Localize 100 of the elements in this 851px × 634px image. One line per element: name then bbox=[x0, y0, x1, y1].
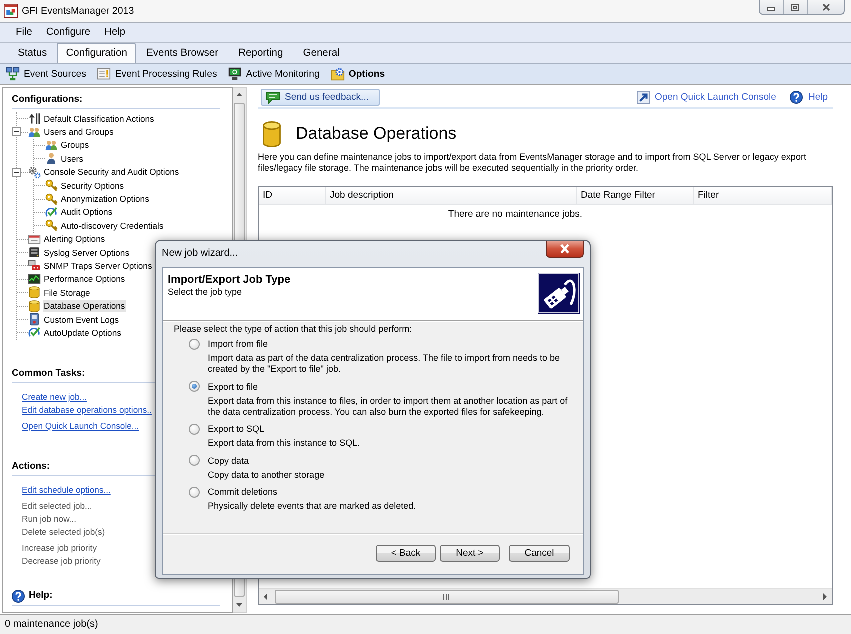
arrow-icon[interactable] bbox=[636, 91, 650, 104]
link[interactable]: Edit schedule options... bbox=[22, 484, 111, 497]
user-icon bbox=[45, 152, 58, 166]
toolbar-button[interactable]: Event Processing Rules bbox=[94, 65, 220, 83]
scrollbar-thumb[interactable] bbox=[275, 590, 619, 604]
link[interactable]: Create new job... bbox=[22, 390, 87, 404]
collapse-icon[interactable] bbox=[12, 127, 21, 136]
tab[interactable]: Configuration bbox=[57, 43, 136, 63]
close-button[interactable] bbox=[546, 241, 584, 258]
tree-item[interactable]: Custom Event Logs bbox=[43, 314, 120, 326]
toolbar-button[interactable]: Event Sources bbox=[3, 65, 90, 83]
radio-button[interactable] bbox=[189, 338, 200, 350]
help-icon bbox=[12, 590, 25, 603]
tree-item[interactable]: Users bbox=[60, 152, 84, 165]
tree-item[interactable]: Alerting Options bbox=[43, 233, 106, 246]
column-header[interactable]: Date Range Filter bbox=[577, 187, 694, 204]
description: Here you can define maintenance jobs to import/export data from EventsManager storage and to import from SQL Server or legacy export files/legacy file storage. The maintenance jobs will be executed sequentially in the priority order. bbox=[258, 152, 808, 174]
router-icon bbox=[28, 259, 41, 272]
device-icon bbox=[28, 313, 41, 326]
radio-button[interactable] bbox=[189, 455, 200, 466]
feedback-button[interactable]: Send us feedback... bbox=[261, 89, 380, 106]
option-description: Physically delete events that are marked as deleted. bbox=[208, 501, 418, 512]
dialog-button[interactable]: Next > bbox=[440, 545, 500, 562]
action-item: Increase job priority bbox=[22, 542, 97, 555]
tree-item[interactable]: Performance Options bbox=[43, 273, 126, 286]
action-item: Run job now... bbox=[22, 512, 76, 526]
option-description: Export data from this instance to files, in order to import them at another location as part of the data centralization process. You can also burn the exported files for safekeeping. bbox=[208, 396, 569, 418]
tab[interactable]: Events Browser bbox=[136, 44, 229, 63]
option-label[interactable]: Export to SQL bbox=[208, 424, 265, 434]
tree-item[interactable]: Default Classification Actions bbox=[43, 112, 156, 125]
database-icon bbox=[261, 120, 283, 148]
gears-icon bbox=[28, 166, 41, 179]
option-label[interactable]: Export to file bbox=[208, 382, 258, 392]
app-icon bbox=[4, 4, 18, 18]
menu-item[interactable]: File bbox=[9, 27, 40, 38]
tab[interactable]: Reporting bbox=[228, 44, 294, 63]
tree-item[interactable]: Syslog Server Options bbox=[43, 246, 130, 259]
column-header[interactable]: Job description bbox=[326, 187, 577, 204]
option-description: Import data as part of the data centralization process. The file to import from needs to be created by the "Export to file" job. bbox=[208, 353, 562, 375]
menu-item[interactable]: Configure bbox=[39, 27, 98, 38]
monitor-icon bbox=[228, 67, 242, 81]
link[interactable]: Edit database operations options.. bbox=[22, 404, 152, 417]
tree-item[interactable]: SNMP Traps Server Options bbox=[43, 260, 154, 272]
check-icon bbox=[28, 326, 41, 340]
section-heading: Actions: bbox=[12, 460, 50, 473]
speech-bubble-icon bbox=[266, 92, 280, 104]
dialog-button[interactable]: Cancel bbox=[509, 545, 570, 562]
action-item: Delete selected job(s) bbox=[22, 526, 106, 539]
dialog-heading: Import/Export Job Type bbox=[168, 274, 291, 287]
tab[interactable]: Status bbox=[8, 44, 58, 63]
column-header[interactable]: Filter bbox=[694, 187, 832, 204]
dialog-button[interactable]: < Back bbox=[376, 545, 436, 562]
option-label[interactable]: Import from file bbox=[208, 339, 268, 349]
toolbar-button[interactable]: Active Monitoring bbox=[225, 65, 323, 83]
list-icon bbox=[97, 67, 112, 81]
key-icon bbox=[45, 192, 58, 206]
close-icon bbox=[559, 244, 571, 254]
chart-icon bbox=[28, 272, 41, 286]
tree-item[interactable]: Auto-discovery Credentials bbox=[60, 220, 165, 232]
empty-message: There are no maintenance jobs. bbox=[448, 209, 583, 220]
link[interactable]: Open Quick Launch Console... bbox=[22, 420, 140, 433]
help-icon[interactable] bbox=[790, 91, 804, 104]
option-description: Copy data to another storage bbox=[208, 470, 326, 480]
action-item: Decrease job priority bbox=[22, 554, 101, 568]
tree-item[interactable]: Users and Groups bbox=[43, 126, 115, 138]
action-item: Edit selected job... bbox=[22, 500, 92, 513]
link[interactable]: Open Quick Launch Console bbox=[654, 92, 776, 103]
tree-item[interactable]: AutoUpdate Options bbox=[43, 326, 122, 339]
check-icon bbox=[45, 206, 58, 219]
tree-item[interactable]: Security Options bbox=[60, 180, 126, 192]
tree-item[interactable]: Audit Options bbox=[60, 206, 114, 218]
window-title: GFI EventsManager 2013 bbox=[22, 6, 134, 16]
toolbar-button[interactable]: Options bbox=[328, 65, 388, 83]
prompt-text: Please select the type of action that this job should perform: bbox=[174, 324, 414, 335]
section-heading: Help: bbox=[29, 590, 53, 602]
plug-icon bbox=[538, 273, 580, 314]
link[interactable]: Help bbox=[808, 92, 828, 103]
users-icon bbox=[45, 138, 58, 152]
tree-item[interactable]: Console Security and Audit Options bbox=[43, 166, 180, 178]
tab[interactable]: General bbox=[293, 44, 350, 63]
dialog-title: New job wizard... bbox=[162, 247, 238, 261]
menu-item[interactable]: Help bbox=[98, 27, 133, 38]
database-icon bbox=[28, 286, 41, 300]
database-icon bbox=[28, 300, 41, 313]
radio-button[interactable] bbox=[189, 486, 200, 498]
users-icon bbox=[28, 126, 41, 139]
grip-icon bbox=[442, 594, 451, 600]
tree-item[interactable]: Groups bbox=[60, 139, 90, 152]
radio-button[interactable] bbox=[189, 424, 200, 434]
close-icon bbox=[822, 4, 830, 10]
horizontal-scrollbar[interactable] bbox=[259, 588, 832, 604]
column-header[interactable]: ID bbox=[259, 187, 326, 204]
folder-gear-icon bbox=[330, 67, 345, 81]
collapse-icon[interactable] bbox=[12, 168, 21, 177]
option-label[interactable]: Commit deletions bbox=[208, 487, 278, 497]
radio-button[interactable] bbox=[189, 381, 200, 392]
tree-item[interactable]: Anonymization Options bbox=[60, 193, 150, 206]
tree-item[interactable]: File Storage bbox=[43, 286, 92, 299]
option-label[interactable]: Copy data bbox=[208, 456, 250, 466]
tree-item[interactable]: Database Operations bbox=[43, 300, 126, 312]
